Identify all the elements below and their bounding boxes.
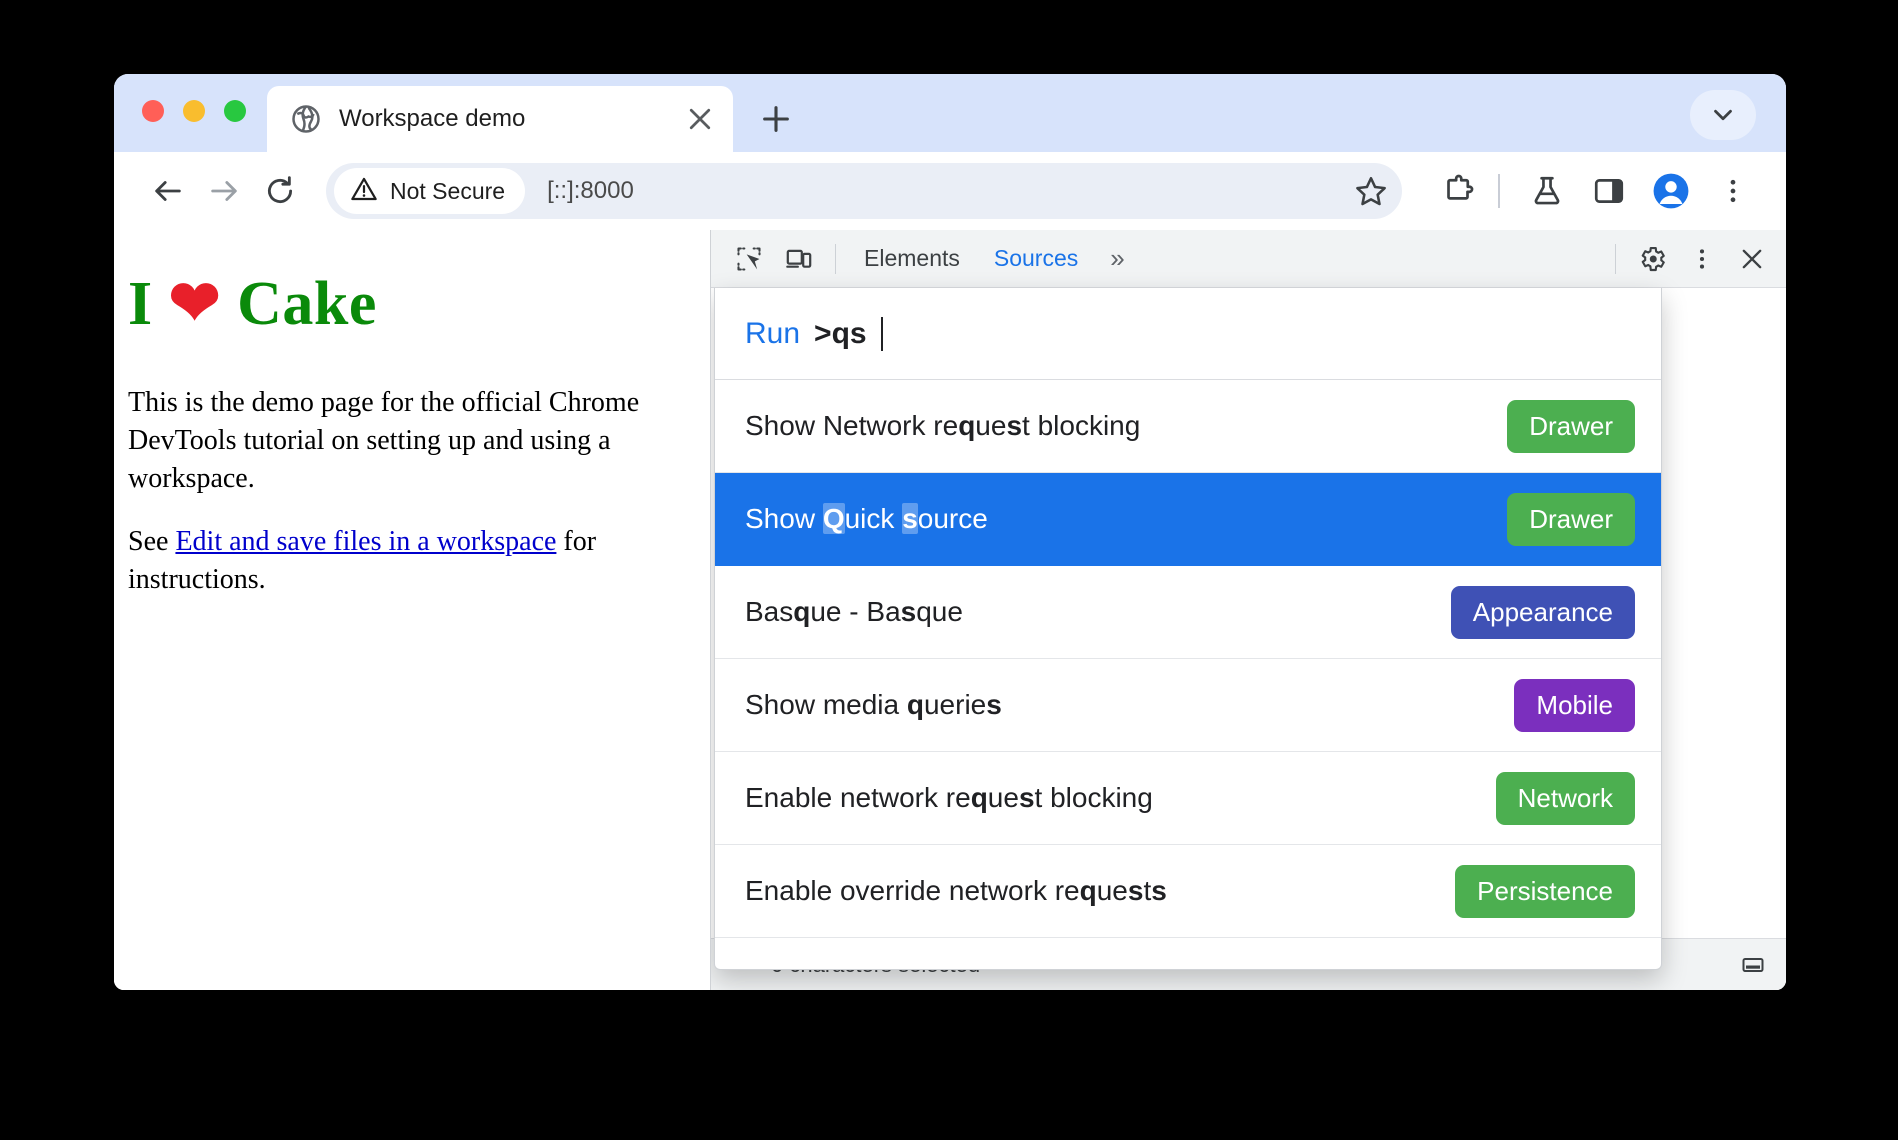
- puzzle-piece-icon[interactable]: [1432, 164, 1486, 218]
- command-result-label: Show Network request blocking: [745, 410, 1141, 441]
- command-result-tag: Drawer: [1507, 399, 1635, 453]
- address-bar[interactable]: Not Secure [::]:8000: [326, 163, 1402, 219]
- page-title-after: Cake: [221, 270, 377, 338]
- text-caret: [880, 316, 883, 351]
- star-icon[interactable]: [1354, 174, 1388, 208]
- close-icon[interactable]: [1728, 236, 1776, 282]
- globe-icon: [291, 104, 321, 134]
- forward-button[interactable]: [196, 163, 252, 219]
- command-palette-input[interactable]: Run >qs: [715, 288, 1661, 380]
- command-result-tag: Network: [1495, 771, 1635, 825]
- command-result-row[interactable]: Basque - Basque Appearance: [715, 566, 1661, 659]
- command-result-tag: Drawer: [1507, 492, 1635, 546]
- page-title: I ❤ Cake: [128, 266, 676, 340]
- minimize-window-button[interactable]: [183, 100, 205, 122]
- window-controls: [142, 100, 246, 122]
- command-result-tag: Mobile: [1514, 678, 1635, 732]
- web-page-viewport: I ❤ Cake This is the demo page for the o…: [114, 230, 710, 990]
- command-result-tag: Appearance: [1450, 585, 1635, 639]
- devtools-toolbar: Elements Sources »: [711, 230, 1786, 288]
- command-result-label: Enable network request blocking: [745, 782, 1153, 813]
- command-result-tag: Persistence: [1455, 864, 1635, 918]
- command-result-row[interactable]: Enable network request blocking Network: [715, 752, 1661, 845]
- command-result-row[interactable]: Enable override network requests Persiste…: [715, 845, 1661, 938]
- render-panel-icon[interactable]: [1738, 953, 1768, 977]
- toolbar-divider: [1615, 243, 1616, 274]
- toolbar-divider: [1498, 174, 1500, 208]
- warning-triangle-icon: [350, 175, 378, 208]
- reload-button[interactable]: [252, 163, 308, 219]
- command-result-row[interactable]: Show media queries Mobile: [715, 659, 1661, 752]
- maximize-window-button[interactable]: [224, 100, 246, 122]
- command-results-list: Show Network request blocking Drawer Show …: [715, 380, 1661, 938]
- tab-strip: Workspace demo: [114, 74, 1786, 152]
- tab-sources[interactable]: Sources: [978, 236, 1094, 282]
- profile-avatar-icon[interactable]: [1644, 164, 1698, 218]
- screenshot-root: Workspace demo Not Secure [::]:8000 I ❤ …: [0, 0, 1898, 1140]
- command-result-label: Basque - Basque: [745, 596, 963, 627]
- device-toolbar-icon[interactable]: [775, 236, 823, 282]
- new-tab-button[interactable]: [759, 102, 793, 136]
- command-palette: Run >qs Show Network request blocking Dra…: [714, 288, 1662, 970]
- page-title-before: I: [128, 270, 169, 338]
- site-security-chip[interactable]: Not Secure: [334, 168, 526, 214]
- url-text[interactable]: [::]:8000: [547, 177, 634, 205]
- page-paragraph-2: See Edit and save files in a workspace f…: [128, 523, 676, 599]
- command-prefix-label: Run: [745, 316, 801, 350]
- close-icon[interactable]: [685, 104, 715, 134]
- command-result-label: Show media queries: [745, 689, 1002, 720]
- tab-title: Workspace demo: [339, 105, 526, 132]
- command-query-text[interactable]: >qs: [814, 317, 867, 351]
- close-window-button[interactable]: [142, 100, 164, 122]
- security-label: Not Secure: [390, 177, 506, 204]
- tab-elements[interactable]: Elements: [848, 236, 976, 282]
- inspect-element-icon[interactable]: [725, 236, 773, 282]
- tab-search-button[interactable]: [1690, 90, 1756, 140]
- kebab-menu-icon[interactable]: [1678, 236, 1726, 282]
- browser-window: Workspace demo Not Secure [::]:8000 I ❤ …: [114, 74, 1786, 990]
- kebab-menu-icon[interactable]: [1706, 164, 1760, 218]
- content-area: I ❤ Cake This is the demo page for the o…: [114, 230, 1786, 990]
- browser-tab[interactable]: Workspace demo: [267, 86, 733, 152]
- command-result-label: Show Quick source: [745, 503, 988, 534]
- command-result-label: Enable override network requests: [745, 875, 1167, 906]
- command-result-row[interactable]: Show Network request blocking Drawer: [715, 380, 1661, 473]
- toolbar-divider: [835, 243, 836, 274]
- browser-toolbar: Not Secure [::]:8000: [114, 152, 1786, 230]
- flask-icon[interactable]: [1520, 164, 1574, 218]
- more-tabs-button[interactable]: »: [1096, 236, 1138, 282]
- command-result-row[interactable]: Show Quick source Drawer: [715, 473, 1661, 566]
- p2-before: See: [128, 526, 176, 558]
- side-panel-icon[interactable]: [1582, 164, 1636, 218]
- page-paragraph-1: This is the demo page for the official C…: [128, 387, 640, 494]
- workspace-doc-link[interactable]: Edit and save files in a workspace: [175, 526, 556, 557]
- devtools-panel: Elements Sources » Run >qs Show Network …: [710, 230, 1786, 990]
- gear-icon[interactable]: [1628, 236, 1676, 282]
- back-button[interactable]: [140, 163, 196, 219]
- devtools-body: 0 characters selected Run >qs: [711, 288, 1786, 990]
- heart-icon: ❤: [168, 270, 222, 338]
